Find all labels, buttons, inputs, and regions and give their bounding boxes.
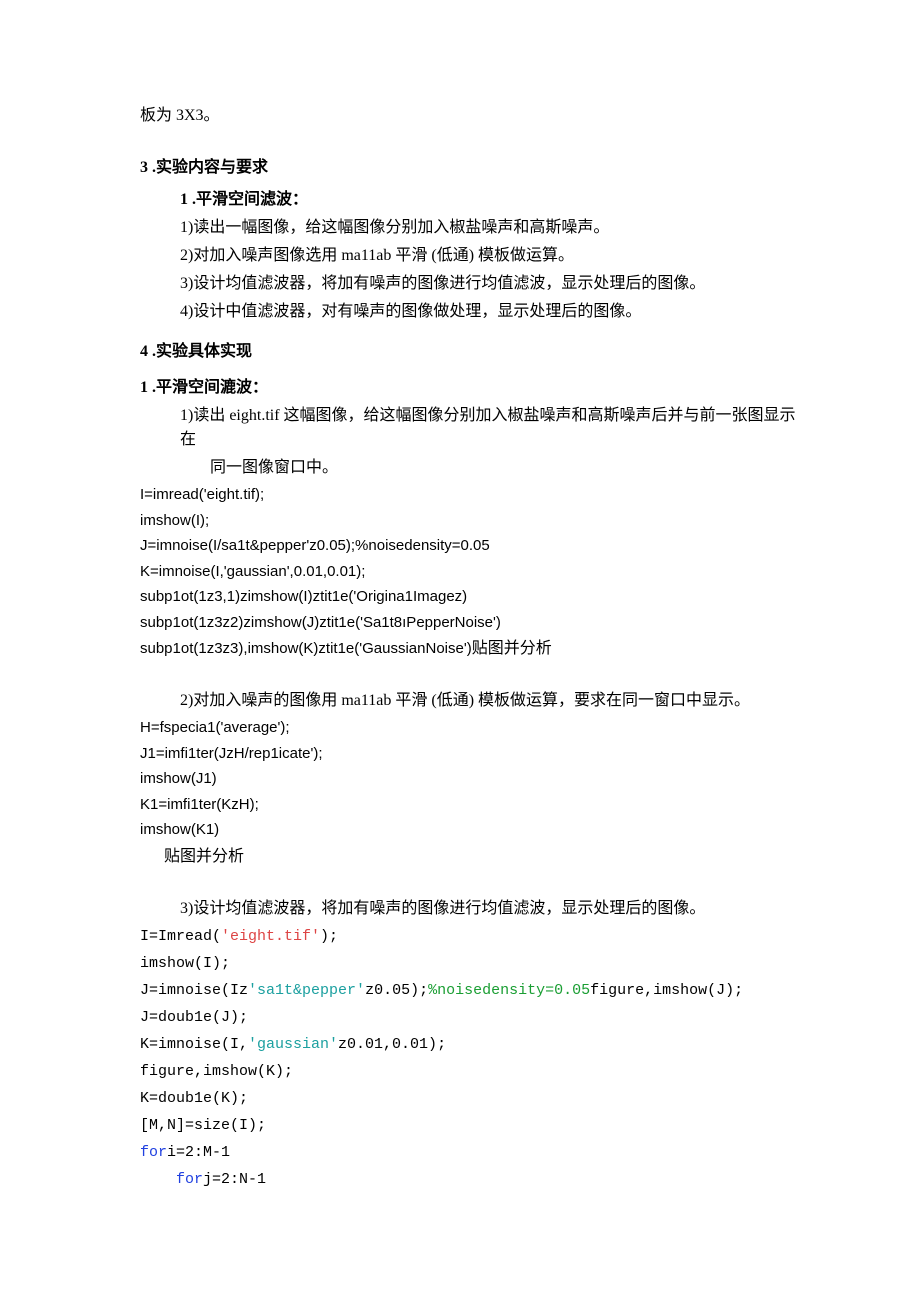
code-text-cn: 贴图并分析	[472, 640, 552, 657]
code-line: K1=imfi1ter(KzH);	[140, 794, 810, 817]
text-line: 1)读出一幅图像，给这幅图像分别加入椒盐噪声和高斯噪声。	[140, 216, 810, 240]
code-text: I=Imread(	[140, 928, 221, 945]
code-line: I=Imread('eight.tif');	[140, 925, 810, 949]
code-string: 'sa1t&pepper'	[248, 982, 365, 999]
code-line: forj=2:N-1	[140, 1168, 810, 1192]
code-text: figure,imshow(J);	[590, 982, 743, 999]
code-line-cn: 贴图并分析	[140, 845, 810, 869]
code-line: imshow(K1)	[140, 819, 810, 842]
code-comment: %noisedensity=0.05	[428, 982, 590, 999]
code-text: i=2:M-1	[167, 1144, 230, 1161]
code-line: subp1ot(1z3z3),imshow(K)ztit1e('Gaussian…	[140, 637, 810, 661]
text-line: 板为 3X3。	[140, 104, 810, 128]
code-keyword: for	[176, 1171, 203, 1188]
heading-section-3: 3 .实验内容与要求	[140, 156, 810, 180]
code-line: figure,imshow(K);	[140, 1060, 810, 1084]
code-line: K=imnoise(I,'gaussian'z0.01,0.01);	[140, 1033, 810, 1057]
text-line: 4)设计中值滤波器，对有噪声的图像做处理，显示处理后的图像。	[140, 300, 810, 324]
code-block-2: H=fspecia1('average'); J1=imfi1ter(JzH/r…	[140, 717, 810, 869]
text-line: 1)读出 eight.tif 这幅图像，给这幅图像分别加入椒盐噪声和高斯噪声后并…	[140, 404, 810, 452]
code-line: K=doub1e(K);	[140, 1087, 810, 1111]
code-string: 'eight.tif'	[221, 928, 320, 945]
code-keyword: for	[140, 1144, 167, 1161]
code-block-1: I=imread('eight.tif); imshow(I); J=imnoi…	[140, 484, 810, 661]
code-line: subp1ot(1z3,1)zimshow(I)ztit1e('Origina1…	[140, 586, 810, 609]
text-line: 2)对加入噪声的图像用 ma11ab 平滑 (低通) 模板做运算，要求在同一窗口…	[140, 689, 810, 713]
code-text: );	[320, 928, 338, 945]
code-line: fori=2:M-1	[140, 1141, 810, 1165]
text-line: 同一图像窗口中。	[140, 456, 810, 480]
code-line: subp1ot(1z3z2)zimshow(J)ztit1e('Sa1t8ıPe…	[140, 612, 810, 635]
text-line: 2)对加入噪声图像选用 ma11ab 平滑 (低通) 模板做运算。	[140, 244, 810, 268]
code-line: imshow(I);	[140, 952, 810, 976]
code-line: [M,N]=size(I);	[140, 1114, 810, 1138]
code-string: 'gaussian'	[248, 1036, 338, 1053]
code-line: J=doub1e(J);	[140, 1006, 810, 1030]
text-line: 3)设计均值滤波器，将加有噪声的图像进行均值滤波，显示处理后的图像。	[140, 897, 810, 921]
code-text: j=2:N-1	[203, 1171, 266, 1188]
code-line: K=imnoise(I,'gaussian',0.01,0.01);	[140, 561, 810, 584]
text-line: 3)设计均值滤波器，将加有噪声的图像进行均值滤波，显示处理后的图像。	[140, 272, 810, 296]
code-line: imshow(I);	[140, 510, 810, 533]
heading-section-4: 4 .实验具体实现	[140, 340, 810, 364]
code-text: subp1ot(1z3z3),imshow(K)ztit1e('Gaussian…	[140, 640, 472, 657]
code-text: K=imnoise(I,	[140, 1036, 248, 1053]
code-line: J1=imfi1ter(JzH/rep1icate');	[140, 743, 810, 766]
code-text: z0.05);	[365, 982, 428, 999]
code-line: imshow(J1)	[140, 768, 810, 791]
code-text: J=imnoise(Iz	[140, 982, 248, 999]
code-line: J=imnoise(Iz'sa1t&pepper'z0.05);%noisede…	[140, 979, 810, 1003]
document-page: 板为 3X3。 3 .实验内容与要求 1 .平滑空间滤波： 1)读出一幅图像，给…	[0, 0, 920, 1255]
code-line: H=fspecia1('average');	[140, 717, 810, 740]
code-line: J=imnoise(I/sa1t&pepper'z0.05);%noiseden…	[140, 535, 810, 558]
code-text: z0.01,0.01);	[338, 1036, 446, 1053]
code-block-3: I=Imread('eight.tif'); imshow(I); J=imno…	[140, 925, 810, 1192]
subheading: 1 .平滑空间漉波：	[140, 376, 810, 400]
code-line: I=imread('eight.tif);	[140, 484, 810, 507]
subheading: 1 .平滑空间滤波：	[140, 188, 810, 212]
